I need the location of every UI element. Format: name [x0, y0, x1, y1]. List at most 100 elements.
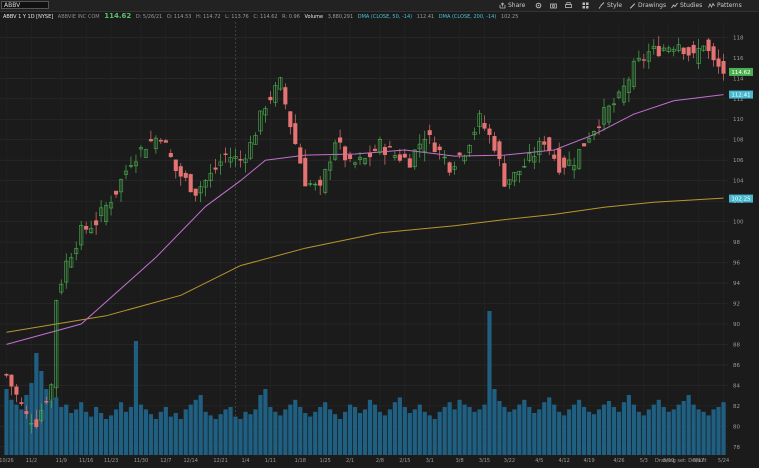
volume-bar — [557, 411, 562, 455]
volume-bar — [84, 411, 89, 455]
volume-bar — [656, 399, 661, 455]
volume-bar — [283, 409, 288, 455]
y-tick-label: 88 — [733, 342, 740, 348]
candle-body — [552, 154, 557, 159]
candle-body — [213, 167, 218, 170]
candle-body — [148, 139, 153, 142]
volume-bar — [716, 407, 721, 455]
candle-body — [158, 140, 163, 142]
x-tick-label: 10/26 — [0, 458, 14, 464]
volume-bar — [472, 411, 477, 455]
volume-bar — [706, 415, 711, 455]
y-tick-label: 84 — [733, 383, 740, 389]
volume-bar — [213, 419, 218, 455]
volume-bar — [357, 413, 363, 455]
volume-bar — [203, 411, 208, 455]
volume-bar — [467, 407, 472, 455]
volume-bar — [676, 404, 681, 455]
volume-bar — [666, 411, 671, 455]
candle-body — [84, 226, 89, 230]
candle-body — [293, 123, 298, 145]
price-tag-label: 112.41 — [731, 93, 750, 99]
volume-bar — [442, 407, 447, 455]
volume-bar — [59, 407, 64, 455]
volume-bar — [362, 409, 368, 455]
candle-body — [19, 402, 24, 404]
x-tick-label: 1/18 — [295, 458, 306, 464]
candle-body — [223, 153, 228, 155]
volume-bar — [113, 409, 119, 455]
volume-bar — [103, 419, 109, 455]
candle-body — [492, 136, 497, 151]
volume-bar — [591, 414, 597, 455]
x-tick-label: 4/19 — [583, 458, 594, 464]
volume-bar — [661, 407, 666, 455]
candle-body — [268, 96, 273, 101]
y-tick-label: 100 — [733, 220, 744, 226]
volume-bar — [512, 409, 517, 455]
volume-bar — [432, 419, 437, 455]
y-tick-label: 98 — [733, 240, 740, 246]
candle-body — [656, 45, 661, 57]
candle-body — [706, 39, 711, 52]
candle-body — [382, 146, 387, 155]
volume-bar — [417, 404, 422, 455]
y-tick-label: 90 — [733, 322, 740, 328]
y-tick-label: 106 — [733, 158, 744, 164]
candle-body — [437, 146, 442, 151]
volume-bar — [711, 409, 716, 455]
volume-bar — [641, 415, 646, 455]
volume-bar — [537, 409, 542, 455]
volume-bar — [128, 407, 134, 455]
candle-body — [691, 44, 696, 54]
candle-body — [94, 220, 99, 226]
volume-bar — [651, 404, 656, 455]
volume-bar — [681, 401, 686, 455]
volume-bar — [168, 416, 173, 455]
volume-bar — [258, 395, 263, 455]
volume-bar — [183, 409, 188, 455]
x-tick-label: 1/25 — [320, 458, 331, 464]
volume-bar — [293, 399, 298, 455]
price-chart[interactable]: 7880828486889092949698100102104106108110… — [0, 0, 759, 468]
volume-bar — [631, 404, 636, 455]
candle-body — [298, 147, 303, 164]
x-tick-label: 2/15 — [399, 458, 410, 464]
volume-bar — [497, 401, 502, 455]
candle-body — [681, 47, 686, 55]
volume-bar — [407, 413, 412, 455]
volume-bar — [691, 404, 696, 455]
volume-bar — [696, 409, 701, 455]
drawing-set-label: Drawing set: Default — [655, 458, 707, 464]
volume-bar — [148, 414, 153, 455]
volume-bar — [596, 409, 602, 455]
x-tick-label: 11/23 — [104, 458, 118, 464]
x-tick-label: 4/5 — [535, 458, 543, 464]
candle-body — [402, 153, 407, 158]
candle-body — [34, 419, 39, 427]
candle-body — [163, 140, 168, 143]
volume-bar — [273, 411, 278, 455]
volume-bar — [278, 415, 283, 455]
x-tick-label: 12/14 — [184, 458, 198, 464]
x-tick-label: 12/7 — [160, 458, 171, 464]
volume-bar — [342, 411, 348, 455]
volume-bar — [397, 397, 402, 455]
volume-bar — [238, 419, 243, 455]
candle-body — [432, 142, 437, 153]
volume-bar — [437, 411, 442, 455]
candle-body — [641, 59, 646, 61]
candle-body — [557, 148, 562, 173]
volume-bar — [352, 407, 358, 455]
volume-bar — [138, 404, 144, 455]
volume-bar — [616, 411, 622, 455]
x-tick-label: 1/11 — [265, 458, 276, 464]
volume-bar — [198, 395, 203, 455]
volume-bar — [338, 419, 343, 455]
candle-body — [183, 172, 188, 178]
volume-bar — [99, 413, 104, 455]
volume-bar — [626, 395, 631, 455]
volume-bar — [567, 409, 572, 455]
candle-body — [502, 163, 507, 187]
volume-bar — [377, 411, 383, 455]
